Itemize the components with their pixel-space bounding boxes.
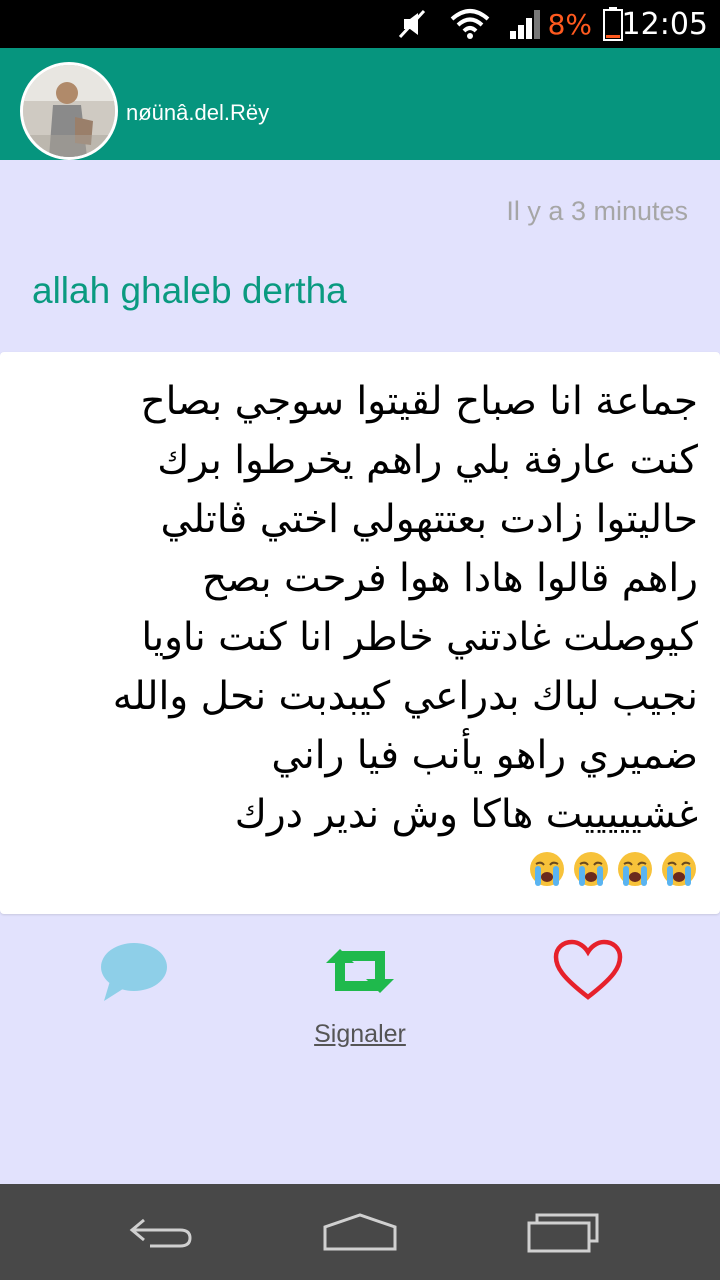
wifi-icon (450, 0, 490, 48)
comment-button[interactable] (92, 935, 172, 1007)
status-bar: 8% 12:05 (0, 0, 720, 48)
comment-bubble-icon (101, 943, 167, 1001)
signal-icon (508, 0, 544, 48)
home-icon (323, 1213, 397, 1251)
like-button[interactable] (548, 935, 628, 1007)
home-button[interactable] (315, 1204, 405, 1260)
system-nav-bar (0, 1184, 720, 1280)
app-header: nøünâ.del.Rëy (0, 48, 720, 160)
repost-button[interactable] (320, 935, 400, 1007)
emoji-row (528, 850, 698, 888)
back-icon (129, 1218, 192, 1248)
crying-face-icon (618, 852, 652, 886)
recents-button[interactable] (518, 1204, 608, 1260)
report-link[interactable]: Signaler (0, 1020, 720, 1049)
post-title: allah ghaleb dertha (32, 270, 347, 311)
repost-icon (326, 949, 394, 993)
post-timestamp: Il y a 3 minutes (506, 196, 688, 226)
battery-percent: 8% (547, 7, 592, 41)
post-body: جماعة انا صباح لقيتوا سوجي بصاح كنت عارف… (112, 379, 698, 837)
post-actions (0, 935, 720, 1015)
recents-icon (527, 1213, 599, 1253)
clock: 12:05 (621, 6, 708, 42)
mute-icon (396, 0, 430, 48)
crying-face-icon (662, 852, 696, 886)
crying-face-icon (530, 852, 564, 886)
back-button[interactable] (115, 1204, 205, 1260)
post-card: جماعة انا صباح لقيتوا سوجي بصاح كنت عارف… (0, 352, 720, 914)
crying-face-icon (574, 852, 608, 886)
username[interactable]: nøünâ.del.Rëy (126, 96, 269, 130)
heart-icon (553, 939, 623, 1000)
avatar[interactable] (20, 62, 118, 160)
